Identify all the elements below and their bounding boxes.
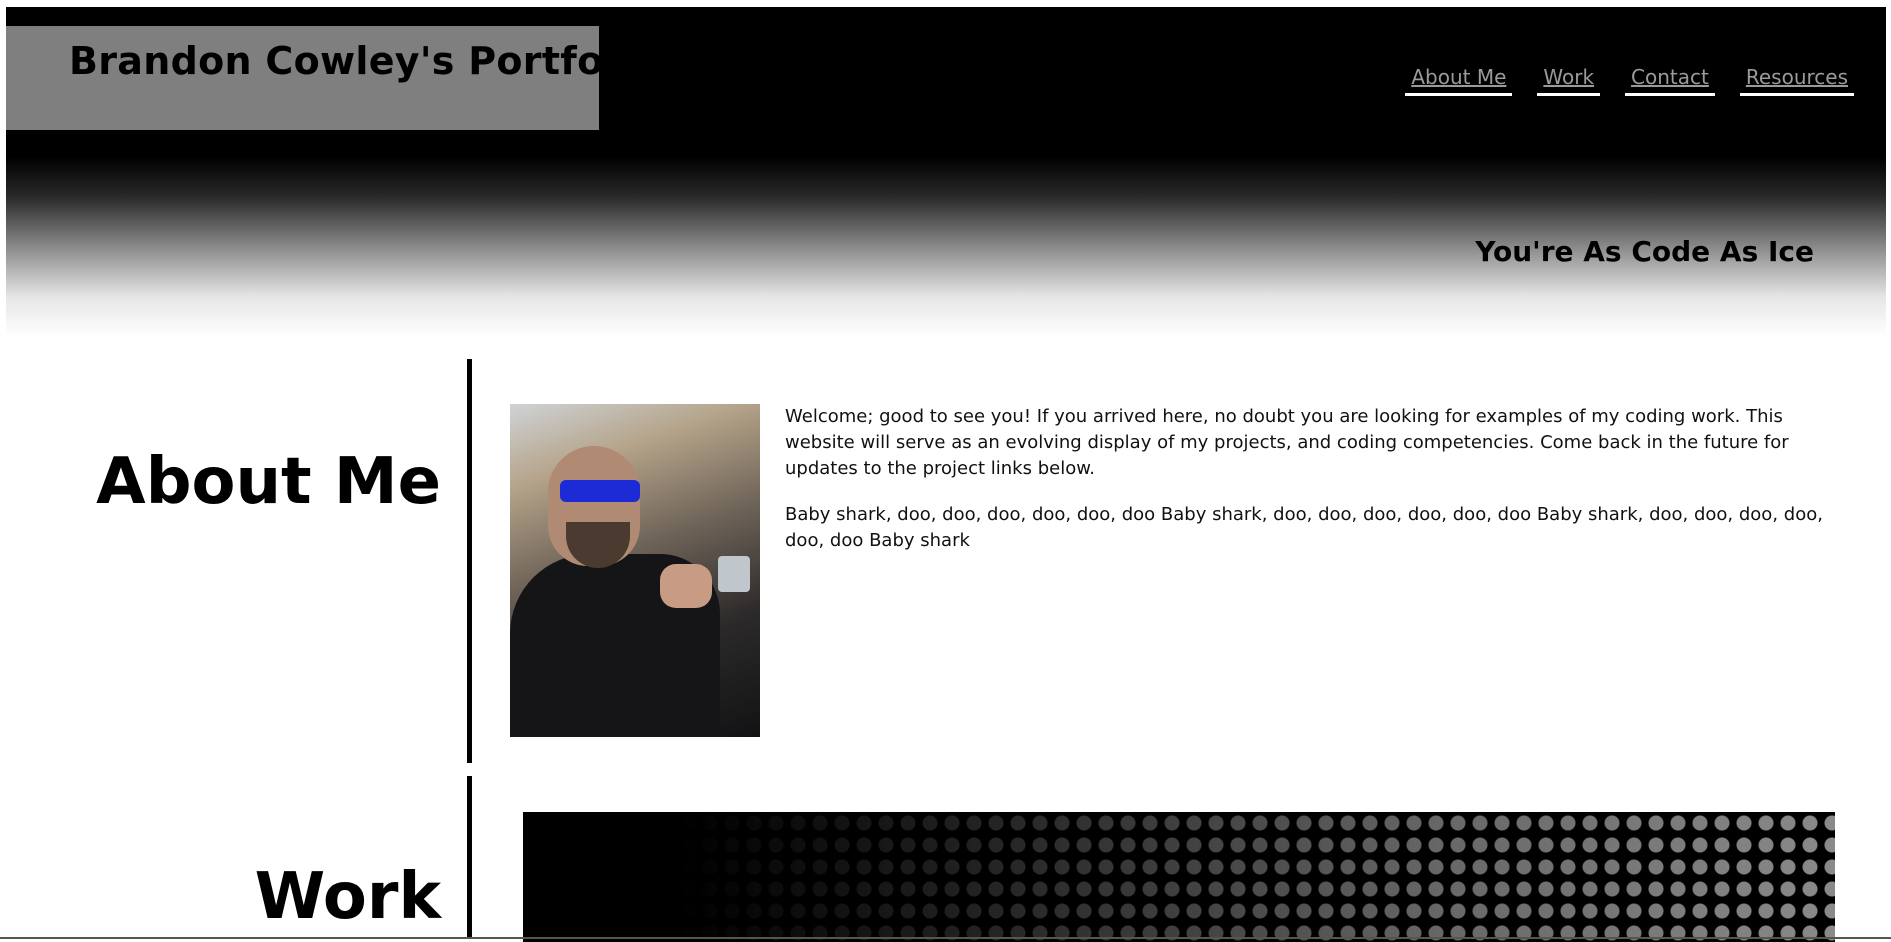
main-nav: About Me Work Contact Resources [1405, 65, 1854, 96]
nav-item-contact: Contact [1625, 65, 1715, 96]
about-heading: About Me [96, 445, 441, 519]
work-divider [467, 776, 472, 939]
nav-link-about-me[interactable]: About Me [1411, 65, 1506, 89]
profile-photo [510, 404, 760, 737]
window-frame-top [0, 0, 1891, 7]
about-text: Welcome; good to see you! If you arrived… [785, 404, 1830, 574]
nav-item-about-me: About Me [1405, 65, 1513, 96]
nav-item-work: Work [1537, 65, 1601, 96]
nav-item-resources: Resources [1739, 65, 1854, 96]
window-frame-right [1886, 0, 1891, 939]
tagline: You're As Code As Ice [1475, 235, 1814, 268]
about-paragraph-1: Welcome; good to see you! If you arrived… [785, 406, 1789, 479]
about-divider [467, 359, 472, 763]
work-banner-image [523, 812, 1835, 942]
page-header: Brandon Cowley's Portfolio About Me Work… [6, 7, 1886, 337]
site-title: Brandon Cowley's Portfolio [69, 39, 657, 83]
nav-link-resources[interactable]: Resources [1746, 65, 1848, 89]
window-frame-left [0, 0, 6, 939]
nav-link-contact[interactable]: Contact [1631, 65, 1709, 89]
about-paragraph-2: Baby shark, doo, doo, doo, doo, doo, doo… [785, 504, 1823, 551]
nav-link-work[interactable]: Work [1543, 65, 1594, 89]
work-heading: Work [254, 860, 441, 934]
